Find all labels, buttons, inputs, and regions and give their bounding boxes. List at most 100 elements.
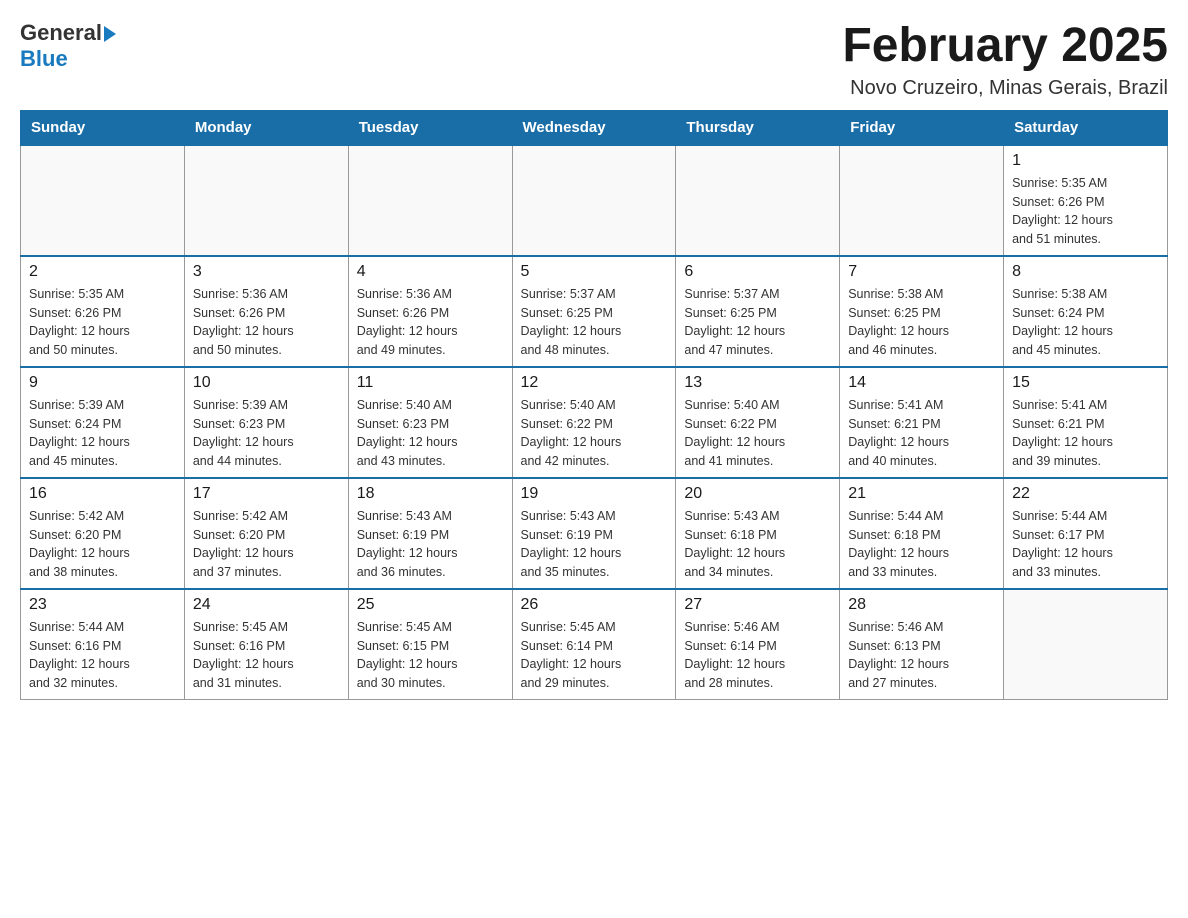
day-cell: 22 Sunrise: 5:44 AM Sunset: 6:17 PM Dayli… — [1004, 478, 1168, 589]
day-cell — [676, 145, 840, 256]
day-number: 21 — [848, 485, 995, 503]
week-row-3: 9 Sunrise: 5:39 AM Sunset: 6:24 PM Daylig… — [21, 367, 1168, 478]
day-cell: 1 Sunrise: 5:35 AM Sunset: 6:26 PM Daylig… — [1004, 145, 1168, 256]
day-number: 2 — [29, 263, 176, 281]
day-number: 4 — [357, 263, 504, 281]
week-row-1: 1 Sunrise: 5:35 AM Sunset: 6:26 PM Daylig… — [21, 145, 1168, 256]
day-info: Sunrise: 5:41 AM Sunset: 6:21 PM Dayligh… — [1012, 396, 1159, 471]
day-info: Sunrise: 5:36 AM Sunset: 6:26 PM Dayligh… — [193, 285, 340, 360]
day-number: 16 — [29, 485, 176, 503]
calendar-table: SundayMondayTuesdayWednesdayThursdayFrid… — [20, 110, 1168, 700]
day-cell: 24Sunrise: 5:45 AM Sunset: 6:16 PM Dayli… — [184, 589, 348, 700]
day-number: 5 — [521, 263, 668, 281]
calendar-title: February 2025 — [842, 20, 1168, 73]
day-cell: 21 Sunrise: 5:44 AM Sunset: 6:18 PM Dayli… — [840, 478, 1004, 589]
day-info: Sunrise: 5:35 AM Sunset: 6:26 PM Dayligh… — [29, 285, 176, 360]
day-cell: 5Sunrise: 5:37 AM Sunset: 6:25 PM Daylig… — [512, 256, 676, 367]
day-number: 6 — [684, 263, 831, 281]
weekday-header-row: SundayMondayTuesdayWednesdayThursdayFrid… — [21, 110, 1168, 145]
day-number: 25 — [357, 596, 504, 614]
day-number: 28 — [848, 596, 995, 614]
day-info: Sunrise: 5:42 AM Sunset: 6:20 PM Dayligh… — [193, 507, 340, 582]
day-cell: 28 Sunrise: 5:46 AM Sunset: 6:13 PM Dayli… — [840, 589, 1004, 700]
day-info: Sunrise: 5:39 AM Sunset: 6:23 PM Dayligh… — [193, 396, 340, 471]
day-info: Sunrise: 5:39 AM Sunset: 6:24 PM Dayligh… — [29, 396, 176, 471]
day-info: Sunrise: 5:45 AM Sunset: 6:15 PM Dayligh… — [357, 618, 504, 693]
day-cell — [184, 145, 348, 256]
day-info: Sunrise: 5:44 AM Sunset: 6:17 PM Dayligh… — [1012, 507, 1159, 582]
page-header: General Blue February 2025 Novo Cruzeiro… — [20, 20, 1168, 100]
day-number: 20 — [684, 485, 831, 503]
weekday-header-thursday: Thursday — [676, 110, 840, 145]
day-info: Sunrise: 5:37 AM Sunset: 6:25 PM Dayligh… — [684, 285, 831, 360]
day-cell: 11 Sunrise: 5:40 AM Sunset: 6:23 PM Dayli… — [348, 367, 512, 478]
day-cell: 14 Sunrise: 5:41 AM Sunset: 6:21 PM Dayli… — [840, 367, 1004, 478]
day-number: 15 — [1012, 374, 1159, 392]
day-cell: 20 Sunrise: 5:43 AM Sunset: 6:18 PM Dayli… — [676, 478, 840, 589]
day-info: Sunrise: 5:38 AM Sunset: 6:24 PM Dayligh… — [1012, 285, 1159, 360]
day-number: 7 — [848, 263, 995, 281]
day-number: 19 — [521, 485, 668, 503]
day-number: 13 — [684, 374, 831, 392]
day-number: 1 — [1012, 152, 1159, 170]
day-number: 22 — [1012, 485, 1159, 503]
day-info: Sunrise: 5:38 AM Sunset: 6:25 PM Dayligh… — [848, 285, 995, 360]
day-number: 11 — [357, 374, 504, 392]
day-cell: 10 Sunrise: 5:39 AM Sunset: 6:23 PM Dayli… — [184, 367, 348, 478]
day-cell: 6 Sunrise: 5:37 AM Sunset: 6:25 PM Daylig… — [676, 256, 840, 367]
location-label: Novo Cruzeiro, Minas Gerais, Brazil — [842, 77, 1168, 100]
day-number: 23 — [29, 596, 176, 614]
day-info: Sunrise: 5:40 AM Sunset: 6:22 PM Dayligh… — [521, 396, 668, 471]
day-number: 27 — [684, 596, 831, 614]
day-number: 8 — [1012, 263, 1159, 281]
day-cell: 4 Sunrise: 5:36 AM Sunset: 6:26 PM Daylig… — [348, 256, 512, 367]
day-number: 24 — [193, 596, 340, 614]
weekday-header-saturday: Saturday — [1004, 110, 1168, 145]
day-number: 10 — [193, 374, 340, 392]
day-cell: 13 Sunrise: 5:40 AM Sunset: 6:22 PM Dayli… — [676, 367, 840, 478]
day-info: Sunrise: 5:35 AM Sunset: 6:26 PM Dayligh… — [1012, 174, 1159, 249]
day-number: 3 — [193, 263, 340, 281]
weekday-header-friday: Friday — [840, 110, 1004, 145]
day-cell — [840, 145, 1004, 256]
day-cell: 27Sunrise: 5:46 AM Sunset: 6:14 PM Dayli… — [676, 589, 840, 700]
logo-blue-text: Blue — [20, 46, 68, 72]
day-cell: 9 Sunrise: 5:39 AM Sunset: 6:24 PM Daylig… — [21, 367, 185, 478]
day-cell — [1004, 589, 1168, 700]
day-number: 12 — [521, 374, 668, 392]
day-info: Sunrise: 5:44 AM Sunset: 6:16 PM Dayligh… — [29, 618, 176, 693]
day-info: Sunrise: 5:43 AM Sunset: 6:19 PM Dayligh… — [357, 507, 504, 582]
title-block: February 2025 Novo Cruzeiro, Minas Gerai… — [842, 20, 1168, 100]
day-info: Sunrise: 5:36 AM Sunset: 6:26 PM Dayligh… — [357, 285, 504, 360]
day-info: Sunrise: 5:40 AM Sunset: 6:23 PM Dayligh… — [357, 396, 504, 471]
day-cell: 26 Sunrise: 5:45 AM Sunset: 6:14 PM Dayli… — [512, 589, 676, 700]
logo-arrow-icon — [104, 26, 116, 42]
day-cell: 12 Sunrise: 5:40 AM Sunset: 6:22 PM Dayli… — [512, 367, 676, 478]
day-info: Sunrise: 5:40 AM Sunset: 6:22 PM Dayligh… — [684, 396, 831, 471]
day-cell: 23 Sunrise: 5:44 AM Sunset: 6:16 PM Dayli… — [21, 589, 185, 700]
day-cell: 7 Sunrise: 5:38 AM Sunset: 6:25 PM Daylig… — [840, 256, 1004, 367]
day-info: Sunrise: 5:46 AM Sunset: 6:13 PM Dayligh… — [848, 618, 995, 693]
day-number: 18 — [357, 485, 504, 503]
logo-general-text: General — [20, 20, 102, 46]
day-number: 14 — [848, 374, 995, 392]
day-number: 17 — [193, 485, 340, 503]
day-cell: 8 Sunrise: 5:38 AM Sunset: 6:24 PM Daylig… — [1004, 256, 1168, 367]
day-cell: 16Sunrise: 5:42 AM Sunset: 6:20 PM Dayli… — [21, 478, 185, 589]
week-row-5: 23 Sunrise: 5:44 AM Sunset: 6:16 PM Dayli… — [21, 589, 1168, 700]
weekday-header-monday: Monday — [184, 110, 348, 145]
day-cell: 18 Sunrise: 5:43 AM Sunset: 6:19 PM Dayli… — [348, 478, 512, 589]
day-number: 9 — [29, 374, 176, 392]
day-cell — [21, 145, 185, 256]
day-cell: 17 Sunrise: 5:42 AM Sunset: 6:20 PM Dayli… — [184, 478, 348, 589]
day-info: Sunrise: 5:44 AM Sunset: 6:18 PM Dayligh… — [848, 507, 995, 582]
day-cell: 3 Sunrise: 5:36 AM Sunset: 6:26 PM Daylig… — [184, 256, 348, 367]
day-info: Sunrise: 5:45 AM Sunset: 6:14 PM Dayligh… — [521, 618, 668, 693]
day-info: Sunrise: 5:41 AM Sunset: 6:21 PM Dayligh… — [848, 396, 995, 471]
day-info: Sunrise: 5:43 AM Sunset: 6:18 PM Dayligh… — [684, 507, 831, 582]
weekday-header-tuesday: Tuesday — [348, 110, 512, 145]
day-number: 26 — [521, 596, 668, 614]
week-row-4: 16 Sunrise: 5:42 AM Sunset: 6:20 PM Dayli… — [21, 478, 1168, 589]
day-cell — [348, 145, 512, 256]
day-cell: 25 Sunrise: 5:45 AM Sunset: 6:15 PM Dayli… — [348, 589, 512, 700]
